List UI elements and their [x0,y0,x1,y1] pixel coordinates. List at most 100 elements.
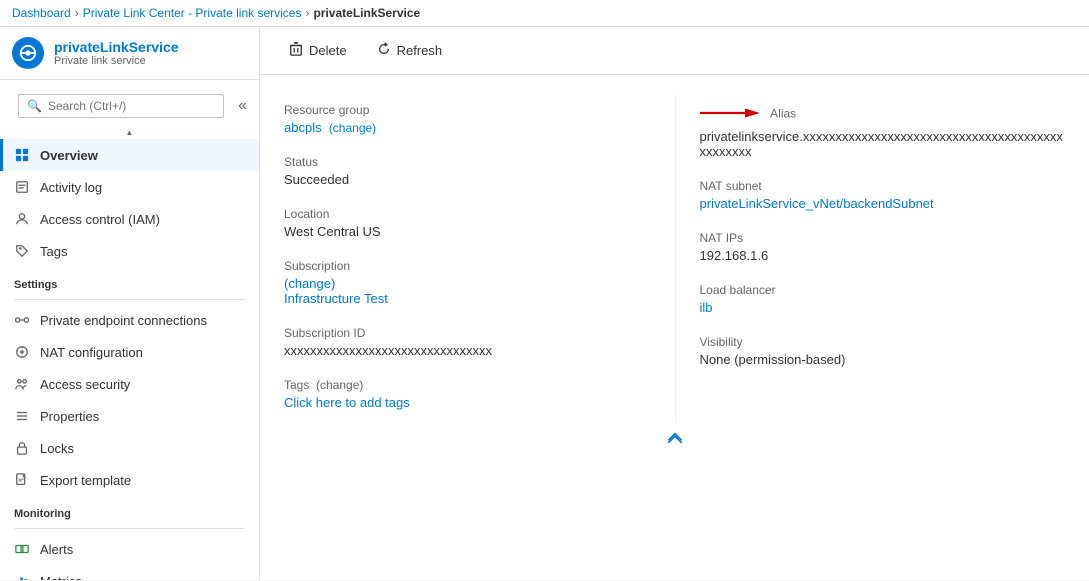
sidebar-item-metrics[interactable]: Metrics [0,565,259,580]
breadcrumb-private-link[interactable]: Private Link Center - Private link servi… [83,6,302,20]
sidebar-service-type: Private link service [54,55,179,67]
sidebar-service-name: privateLinkService [54,39,179,55]
nat-ips-value: 192.168.1.6 [700,248,1066,263]
sidebar-item-nat-config[interactable]: NAT configuration [0,336,259,368]
location-value: West Central US [284,224,675,239]
sidebar-title-group: privateLinkService Private link service [54,39,179,67]
subscription-id-label: Subscription ID [284,326,675,340]
monitoring-section-label: Monitoring [0,496,259,524]
locks-label: Locks [40,441,74,456]
info-grid: Resource group abcpls (change) Status Su… [284,95,1065,422]
collapse-sidebar-button[interactable]: « [234,95,251,117]
sidebar-item-locks[interactable]: Locks [0,432,259,464]
alias-label: Alias [700,103,1066,126]
export-template-label: Export template [40,473,131,488]
sidebar-item-overview[interactable]: Overview [0,139,259,171]
settings-divider [14,299,245,300]
alerts-label: Alerts [40,542,73,557]
subscription-value: (change)Infrastructure Test [284,276,675,306]
load-balancer-label: Load balancer [700,283,1066,297]
properties-label: Properties [40,409,99,424]
delete-label: Delete [309,43,347,58]
alerts-icon [14,541,30,557]
metrics-label: Metrics [40,574,82,581]
scroll-indicator-top: ▲ [0,126,259,139]
metrics-icon [14,573,30,580]
visibility-item: Visibility None (permission-based) [700,327,1066,379]
breadcrumb-current: privateLinkService [313,6,420,20]
settings-section-label: Settings [0,267,259,295]
sidebar-item-properties[interactable]: Properties [0,400,259,432]
delete-button[interactable]: Delete [276,35,360,66]
sidebar-nav: Overview Activity log [0,139,259,580]
nat-config-icon [14,344,30,360]
resource-group-label: Resource group [284,103,675,117]
sidebar-item-access-control[interactable]: Access control (IAM) [0,203,259,235]
sidebar-item-export-template[interactable]: Export template [0,464,259,496]
locks-icon [14,440,30,456]
tags-add-link[interactable]: Click here to add tags [284,395,675,410]
nat-subnet-item: NAT subnet privateLinkService_vNet/backe… [700,171,1066,223]
load-balancer-value: ilb [700,300,1066,315]
status-item: Status Succeeded [284,147,675,199]
access-control-icon [14,211,30,227]
sidebar-item-private-endpoint[interactable]: Private endpoint connections [0,304,259,336]
access-security-icon [14,376,30,392]
search-icon: 🔍 [27,99,42,113]
sidebar-item-tags[interactable]: Tags [0,235,259,267]
delete-icon [289,42,303,59]
subscription-infrastructure-link[interactable]: Infrastructure Test [284,291,388,306]
refresh-icon [377,42,391,59]
tags-add[interactable]: Click here to add tags [284,395,410,410]
search-box[interactable]: 🔍 [18,94,224,118]
activity-log-label: Activity log [40,180,102,195]
tags-icon [14,243,30,259]
subscription-item: Subscription (change)Infrastructure Test [284,251,675,318]
resource-group-item: Resource group abcpls (change) [284,95,675,147]
overview-icon [14,147,30,163]
tags-change-link[interactable]: (change) [316,378,363,392]
subscription-label: Subscription [284,259,675,273]
alias-item: Alias privatelinkservice.xxxxxxxxxxxxxxx… [700,95,1066,171]
nat-ips-label: NAT IPs [700,231,1066,245]
nat-ips-item: NAT IPs 192.168.1.6 [700,223,1066,275]
sidebar-item-alerts[interactable]: Alerts [0,533,259,565]
search-container: 🔍 « [0,86,259,126]
content-area: Delete Refresh Resource grou [260,27,1089,580]
private-endpoint-label: Private endpoint connections [40,313,207,328]
tags-item: Tags (change) Click here to add tags [284,370,675,422]
nat-subnet-link[interactable]: privateLinkService_vNet/backendSubnet [700,196,934,211]
subscription-change-link[interactable]: (change) [284,276,335,291]
left-column: Resource group abcpls (change) Status Su… [284,95,675,422]
monitoring-divider [14,528,245,529]
refresh-button[interactable]: Refresh [364,35,456,66]
location-label: Location [284,207,675,221]
private-endpoint-icon [14,312,30,328]
search-input[interactable] [48,99,215,113]
nat-config-label: NAT configuration [40,345,143,360]
activity-log-icon [14,179,30,195]
sidebar-item-access-security[interactable]: Access security [0,368,259,400]
subscription-id-item: Subscription ID xxxxxxxxxxxxxxxxxxxxxxxx… [284,318,675,370]
overview-label: Overview [40,148,98,163]
breadcrumb: Dashboard › Private Link Center - Privat… [0,0,1089,27]
load-balancer-link[interactable]: ilb [700,300,713,315]
refresh-label: Refresh [397,43,443,58]
nat-subnet-value: privateLinkService_vNet/backendSubnet [700,196,1066,211]
location-item: Location West Central US [284,199,675,251]
status-value: Succeeded [284,172,675,187]
properties-icon [14,408,30,424]
right-column: Alias privatelinkservice.xxxxxxxxxxxxxxx… [675,95,1066,422]
breadcrumb-dashboard[interactable]: Dashboard [12,6,71,20]
subscription-id-value: xxxxxxxxxxxxxxxxxxxxxxxxxxxxxxxx [284,343,675,358]
access-security-label: Access security [40,377,130,392]
resource-group-value: abcpls (change) [284,120,675,135]
resource-group-change-link[interactable]: (change) [329,121,376,135]
sidebar-item-activity-log[interactable]: Activity log [0,171,259,203]
status-label: Status [284,155,675,169]
main-layout: privateLinkService Private link service … [0,27,1089,580]
load-balancer-item: Load balancer ilb [700,275,1066,327]
collapse-overview-button[interactable] [284,422,1065,452]
resource-group-link[interactable]: abcpls [284,120,322,135]
export-template-icon [14,472,30,488]
